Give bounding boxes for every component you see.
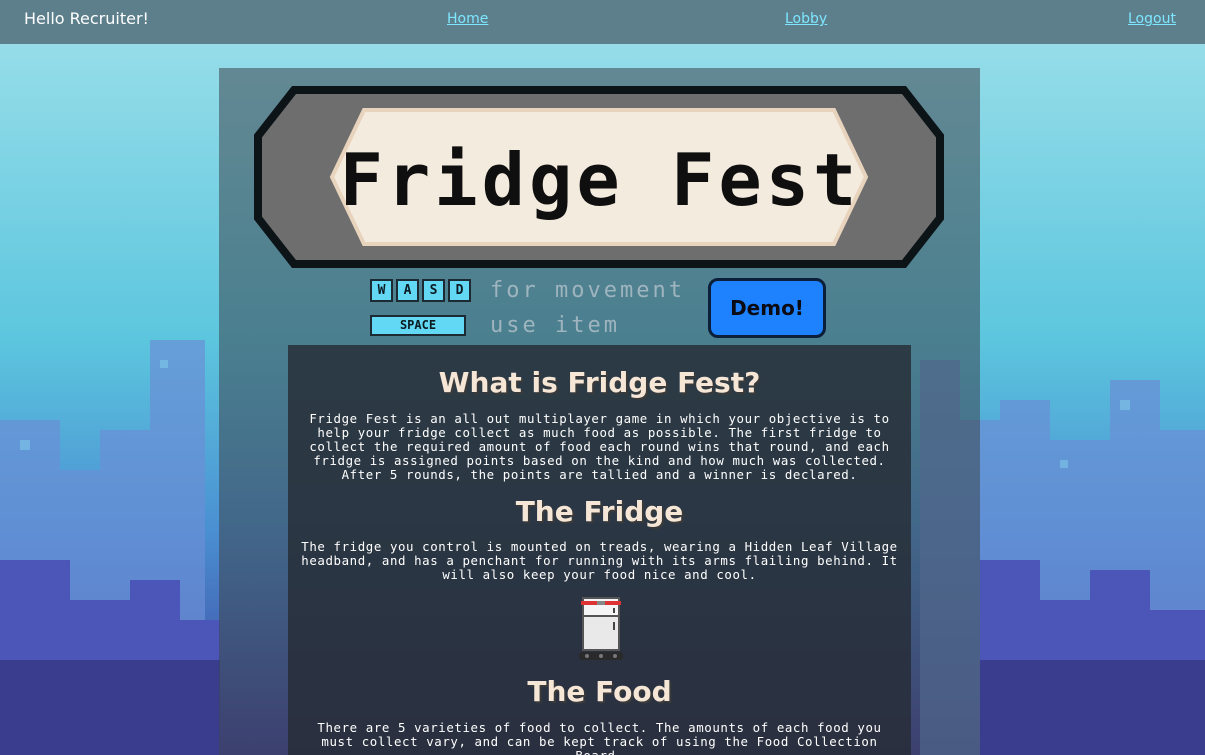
movement-keys: WASD [370,279,474,302]
home-link[interactable]: Home [447,11,488,27]
fridge-paragraph: The fridge you control is mounted on tre… [301,539,898,582]
s-key-icon: S [422,279,445,302]
food-paragraph: There are 5 varieties of food to collect… [317,720,882,755]
greeting-text: Hello Recruiter! [24,9,149,28]
demo-button[interactable]: Demo! [708,278,826,338]
d-key-icon: D [448,279,471,302]
game-title: Fridge Fest [339,138,861,222]
lobby-link[interactable]: Lobby [785,11,827,27]
food-heading: The Food [527,675,672,708]
logout-link[interactable]: Logout [1128,11,1176,27]
a-key-icon: A [396,279,419,302]
what-heading: What is Fridge Fest? [438,366,761,399]
what-paragraph: Fridge Fest is an all out multiplayer ga… [309,411,890,482]
space-key-icon: SPACE [370,315,466,336]
use-item-label: use item [490,313,620,338]
movement-label: for movement [490,278,685,303]
w-key-icon: W [370,279,393,302]
fridge-heading: The Fridge [515,495,684,528]
top-navigation-bar: Hello Recruiter! Home Lobby Logout [0,0,1205,44]
fridge-icon [579,597,623,660]
